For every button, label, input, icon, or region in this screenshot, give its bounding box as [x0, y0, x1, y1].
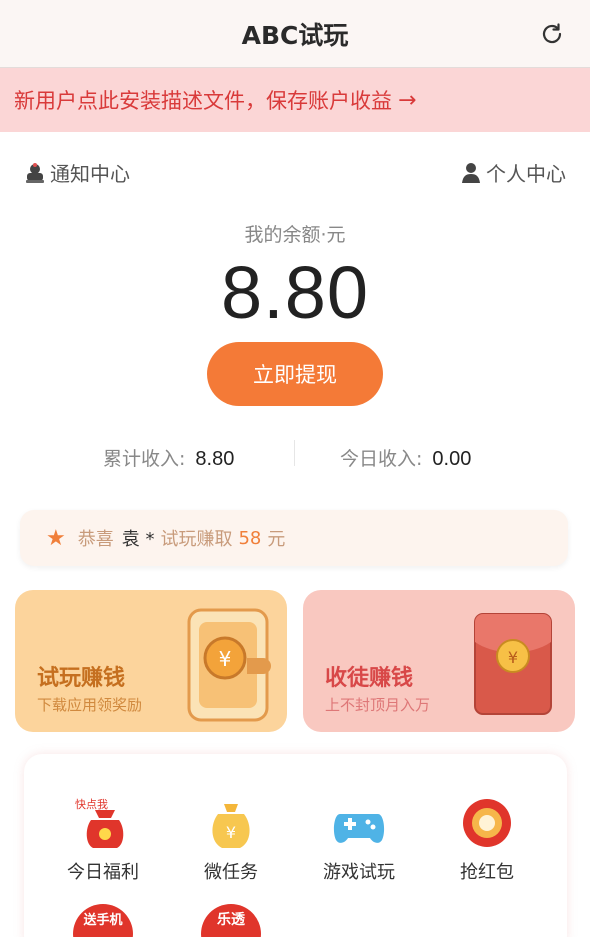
grid-item-grab-red-packet[interactable]: 抢红包: [432, 794, 542, 884]
balance-label: 我的余额·元: [244, 224, 346, 246]
total-income: 累计收入: 8.80: [103, 444, 234, 471]
notification-center-link[interactable]: 通知中心: [24, 158, 130, 187]
grid-item-label: 游戏试玩: [323, 862, 395, 883]
banner-text: 新用户点此安装描述文件，保存账户收益: [14, 89, 392, 113]
trial-card-title: 试玩赚钱: [37, 666, 126, 691]
svg-text:快点我: 快点我: [75, 798, 108, 811]
svg-text:送手机: 送手机: [82, 912, 122, 928]
grid-item-free-phone[interactable]: 送手机: [48, 902, 158, 937]
grid-item-label: 今日福利: [67, 862, 139, 883]
lottery-icon: 乐透: [201, 904, 261, 937]
gamepad-icon: [333, 814, 385, 843]
balance-value: 8.80: [220, 251, 370, 334]
grid-item-micro-task[interactable]: ¥ 微任务: [176, 794, 286, 884]
trial-card-subtitle: 下载应用领奖励: [37, 696, 143, 714]
apprentice-card-subtitle: 上不封顶月入万: [325, 696, 431, 714]
refresh-icon[interactable]: [538, 20, 566, 48]
apprentice-card-title: 收徒赚钱: [325, 666, 414, 691]
trial-earn-card[interactable]: ¥ 试玩赚钱 下载应用领奖励: [15, 590, 287, 732]
ticker-unit: 元: [267, 529, 286, 550]
total-income-label: 累计收入:: [103, 448, 186, 470]
install-profile-banner[interactable]: 新用户点此安装描述文件，保存账户收益 →: [0, 68, 590, 132]
grid-item-label: 抢红包: [460, 862, 514, 883]
ticker-name: 袁 *: [121, 529, 155, 550]
total-income-value: 8.80: [195, 448, 235, 470]
notification-center-label: 通知中心: [50, 162, 130, 186]
red-packet-coin-icon: [463, 799, 511, 847]
today-income-value: 0.00: [432, 448, 472, 470]
money-bag-icon: ¥: [212, 804, 250, 848]
stats-divider: [294, 440, 295, 466]
ticker-prefix: 恭喜: [77, 529, 114, 550]
profile-center-link[interactable]: 个人中心: [460, 158, 566, 187]
app-title: ABC试玩: [241, 21, 349, 50]
top-bar: ABC试玩: [0, 0, 590, 68]
red-envelope-icon: ¥: [474, 613, 552, 715]
withdraw-button[interactable]: 立即提现: [207, 342, 383, 406]
wallet-coin-icon: ¥: [187, 608, 271, 722]
lucky-bag-icon: 快点我: [75, 798, 124, 848]
user-icon: [462, 162, 480, 183]
today-income: 今日收入: 0.00: [340, 444, 471, 471]
grid-item-daily-welfare[interactable]: 快点我 今日福利: [48, 794, 158, 884]
svg-text:¥: ¥: [508, 648, 518, 667]
arrow-right-icon: →: [398, 87, 417, 113]
svg-text:¥: ¥: [226, 823, 236, 842]
apprentice-earn-card[interactable]: ¥ 收徒赚钱 上不封顶月入万: [303, 590, 575, 732]
grid-item-game-trial[interactable]: 游戏试玩: [304, 794, 414, 884]
phone-gift-icon: 送手机: [73, 904, 133, 937]
income-stats: 累计收入: 8.80 今日收入: 0.00: [0, 440, 590, 474]
svg-text:¥: ¥: [219, 647, 232, 671]
ticker-amount: 58: [238, 527, 262, 549]
star-icon: ★: [46, 525, 66, 551]
today-income-label: 今日收入:: [340, 448, 423, 470]
grid-item-lottery[interactable]: 乐透: [176, 902, 286, 937]
earnings-ticker: ★ 恭喜 袁 * 试玩赚取 58 元: [20, 510, 568, 566]
grid-item-label: 微任务: [204, 862, 258, 883]
profile-center-label: 个人中心: [486, 162, 566, 186]
ticker-middle: 试玩赚取: [160, 529, 233, 550]
feature-grid: 快点我 今日福利 ¥ 微任务 游戏试玩 抢红包 送手机 乐透: [24, 754, 567, 937]
svg-text:乐透: 乐透: [217, 911, 246, 928]
links-row: 通知中心 个人中心: [0, 152, 590, 192]
notification-icon: [26, 162, 44, 183]
